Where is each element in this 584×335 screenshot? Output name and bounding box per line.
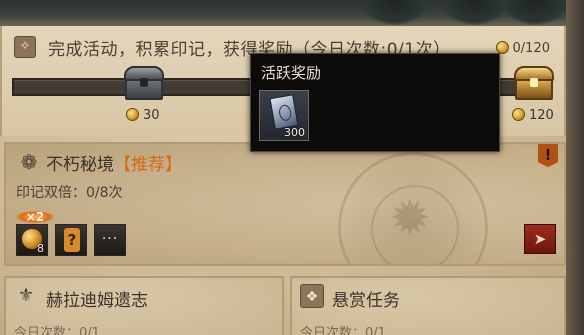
- navigate-button[interactable]: ➤: [524, 224, 556, 254]
- milestone-30: 30: [126, 108, 160, 123]
- reward-tooltip: 活跃奖励 300: [250, 53, 500, 152]
- milestone-value: 30: [143, 108, 160, 123]
- navigate-arrow-icon: ➤: [533, 230, 547, 248]
- gold-chest-icon[interactable]: [514, 66, 554, 100]
- activity-total: 0/120: [495, 41, 550, 56]
- reward-count: 300: [284, 126, 305, 139]
- top-ornament: [0, 0, 584, 26]
- alert-badge: !: [538, 144, 558, 167]
- horadrim-count: 今日次数：0/1: [14, 326, 100, 335]
- dungeon-panel: ❁ 不朽秘境【推荐】 ! 印记双倍：0/8次 ×2 8 ? ··· ➤: [4, 142, 566, 266]
- horadrim-panel[interactable]: ⚜ 赫拉迪姆遗志 今日次数：0/1: [4, 276, 284, 335]
- activity-screen: ✧ 完成活动，积累印记，获得奖励（今日次数:0/1次） 0/120 30 120…: [0, 0, 584, 335]
- dungeon-title-text: 不朽秘境: [46, 155, 114, 175]
- horadrim-sigil-icon: ⚜: [17, 285, 35, 306]
- activity-total-value: 0/120: [512, 41, 550, 56]
- recommended-tag: 【推荐】: [114, 155, 182, 175]
- dungeon-emblem-watermark: [338, 152, 488, 264]
- mystery-reward-icon: ?: [64, 228, 80, 252]
- ornament-spike: [500, 0, 570, 26]
- more-icon: ···: [101, 231, 119, 247]
- horadrim-title: 赫拉迪姆遗志: [46, 291, 148, 311]
- bounty-panel[interactable]: ❖ 悬赏任务 今日次数：0/1: [290, 276, 566, 335]
- chest-lock: [140, 78, 148, 87]
- sparkle-icon: ✧: [14, 36, 36, 58]
- double-mark-label: 印记双倍：0/8次: [16, 185, 123, 201]
- flower-sigil-icon: ❁: [20, 150, 38, 174]
- tooltip-title: 活跃奖励: [261, 64, 322, 82]
- mark-card-icon: [269, 94, 299, 130]
- more-rewards-button[interactable]: ···: [94, 224, 126, 256]
- multiplier-badge: ×2: [16, 211, 54, 223]
- coin-icon: [512, 108, 525, 121]
- bounty-title: 悬赏任务: [332, 291, 400, 311]
- reward-item-slot[interactable]: 300: [259, 90, 309, 141]
- bounty-scroll-icon: ❖: [300, 284, 324, 308]
- reward-slot-orb[interactable]: 8: [16, 224, 48, 256]
- milestone-value: 120: [529, 108, 554, 123]
- right-frame-border: [566, 0, 584, 335]
- milestone-120: 120: [512, 108, 554, 123]
- slot-count: 8: [37, 242, 44, 255]
- coin-icon: [126, 108, 139, 121]
- reward-slot-mystery[interactable]: ?: [55, 224, 87, 256]
- dungeon-title: 不朽秘境【推荐】: [46, 150, 182, 175]
- bounty-count: 今日次数：0/1: [300, 326, 386, 335]
- ornament-spike: [360, 0, 430, 26]
- chest-lock: [530, 78, 538, 87]
- silver-chest-icon[interactable]: [124, 66, 164, 100]
